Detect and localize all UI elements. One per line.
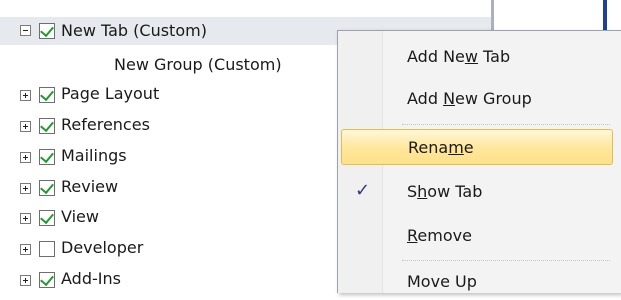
- tree-item-label: New Tab (Custom): [61, 21, 207, 40]
- menu-item-label: Add New Tab: [407, 47, 511, 66]
- checkmark-icon: [40, 179, 54, 195]
- menu-item-rename[interactable]: Rename: [341, 129, 613, 165]
- menu-item-remove[interactable]: Remove: [341, 218, 613, 254]
- tree-group-label: New Group (Custom): [114, 55, 282, 74]
- tree-item-label: Developer: [61, 238, 144, 257]
- tree-item-label: Mailings: [61, 146, 127, 165]
- checkmark-icon: [40, 209, 54, 225]
- expand-toggle-icon[interactable]: [20, 183, 31, 194]
- menu-item-label: Rename: [408, 138, 474, 157]
- context-menu: Add New Tab Add New Group Rename ✓ Show …: [337, 30, 621, 293]
- expand-toggle-icon[interactable]: [20, 244, 31, 255]
- tab-checkbox-add-ins[interactable]: [39, 271, 55, 288]
- checkmark-icon: [40, 117, 54, 133]
- menu-separator: [402, 260, 610, 261]
- tab-checkbox-view[interactable]: [39, 209, 55, 226]
- tree-item-label: Review: [61, 177, 119, 196]
- collapse-toggle-icon[interactable]: [20, 25, 31, 36]
- tab-checkbox-new-tab[interactable]: [39, 22, 55, 39]
- tree-item-label: View: [61, 207, 99, 226]
- checkmark-icon: [40, 22, 54, 38]
- expand-toggle-icon[interactable]: [20, 152, 31, 163]
- menu-item-move-up[interactable]: Move Up: [341, 264, 613, 300]
- menu-item-show-tab[interactable]: ✓ Show Tab: [341, 174, 613, 210]
- menu-item-add-new-tab[interactable]: Add New Tab: [341, 39, 613, 75]
- expand-toggle-icon[interactable]: [20, 275, 31, 286]
- menu-item-add-new-group[interactable]: Add New Group: [341, 81, 613, 117]
- menu-item-label: Move Up: [407, 272, 477, 291]
- tab-checkbox-page-layout[interactable]: [39, 86, 55, 103]
- tab-checkbox-developer[interactable]: [39, 241, 55, 257]
- menu-item-label: Remove: [407, 226, 472, 245]
- tab-checkbox-mailings[interactable]: [39, 148, 55, 165]
- expand-toggle-icon[interactable]: [20, 213, 31, 224]
- tree-item-label: Add-Ins: [61, 269, 121, 288]
- tab-checkbox-review[interactable]: [39, 179, 55, 196]
- checkmark-icon: [40, 86, 54, 102]
- expand-toggle-icon[interactable]: [20, 90, 31, 101]
- menu-separator: [402, 124, 610, 125]
- tree-item-label: References: [61, 115, 150, 134]
- tree-item-label: Page Layout: [61, 84, 160, 103]
- tab-checkbox-references[interactable]: [39, 117, 55, 134]
- menu-item-label: Add New Group: [407, 89, 532, 108]
- checkmark-icon: [40, 148, 54, 164]
- expand-toggle-icon[interactable]: [20, 121, 31, 132]
- check-icon: ✓: [355, 180, 371, 201]
- menu-item-label: Show Tab: [407, 182, 483, 201]
- checkmark-icon: [40, 271, 54, 287]
